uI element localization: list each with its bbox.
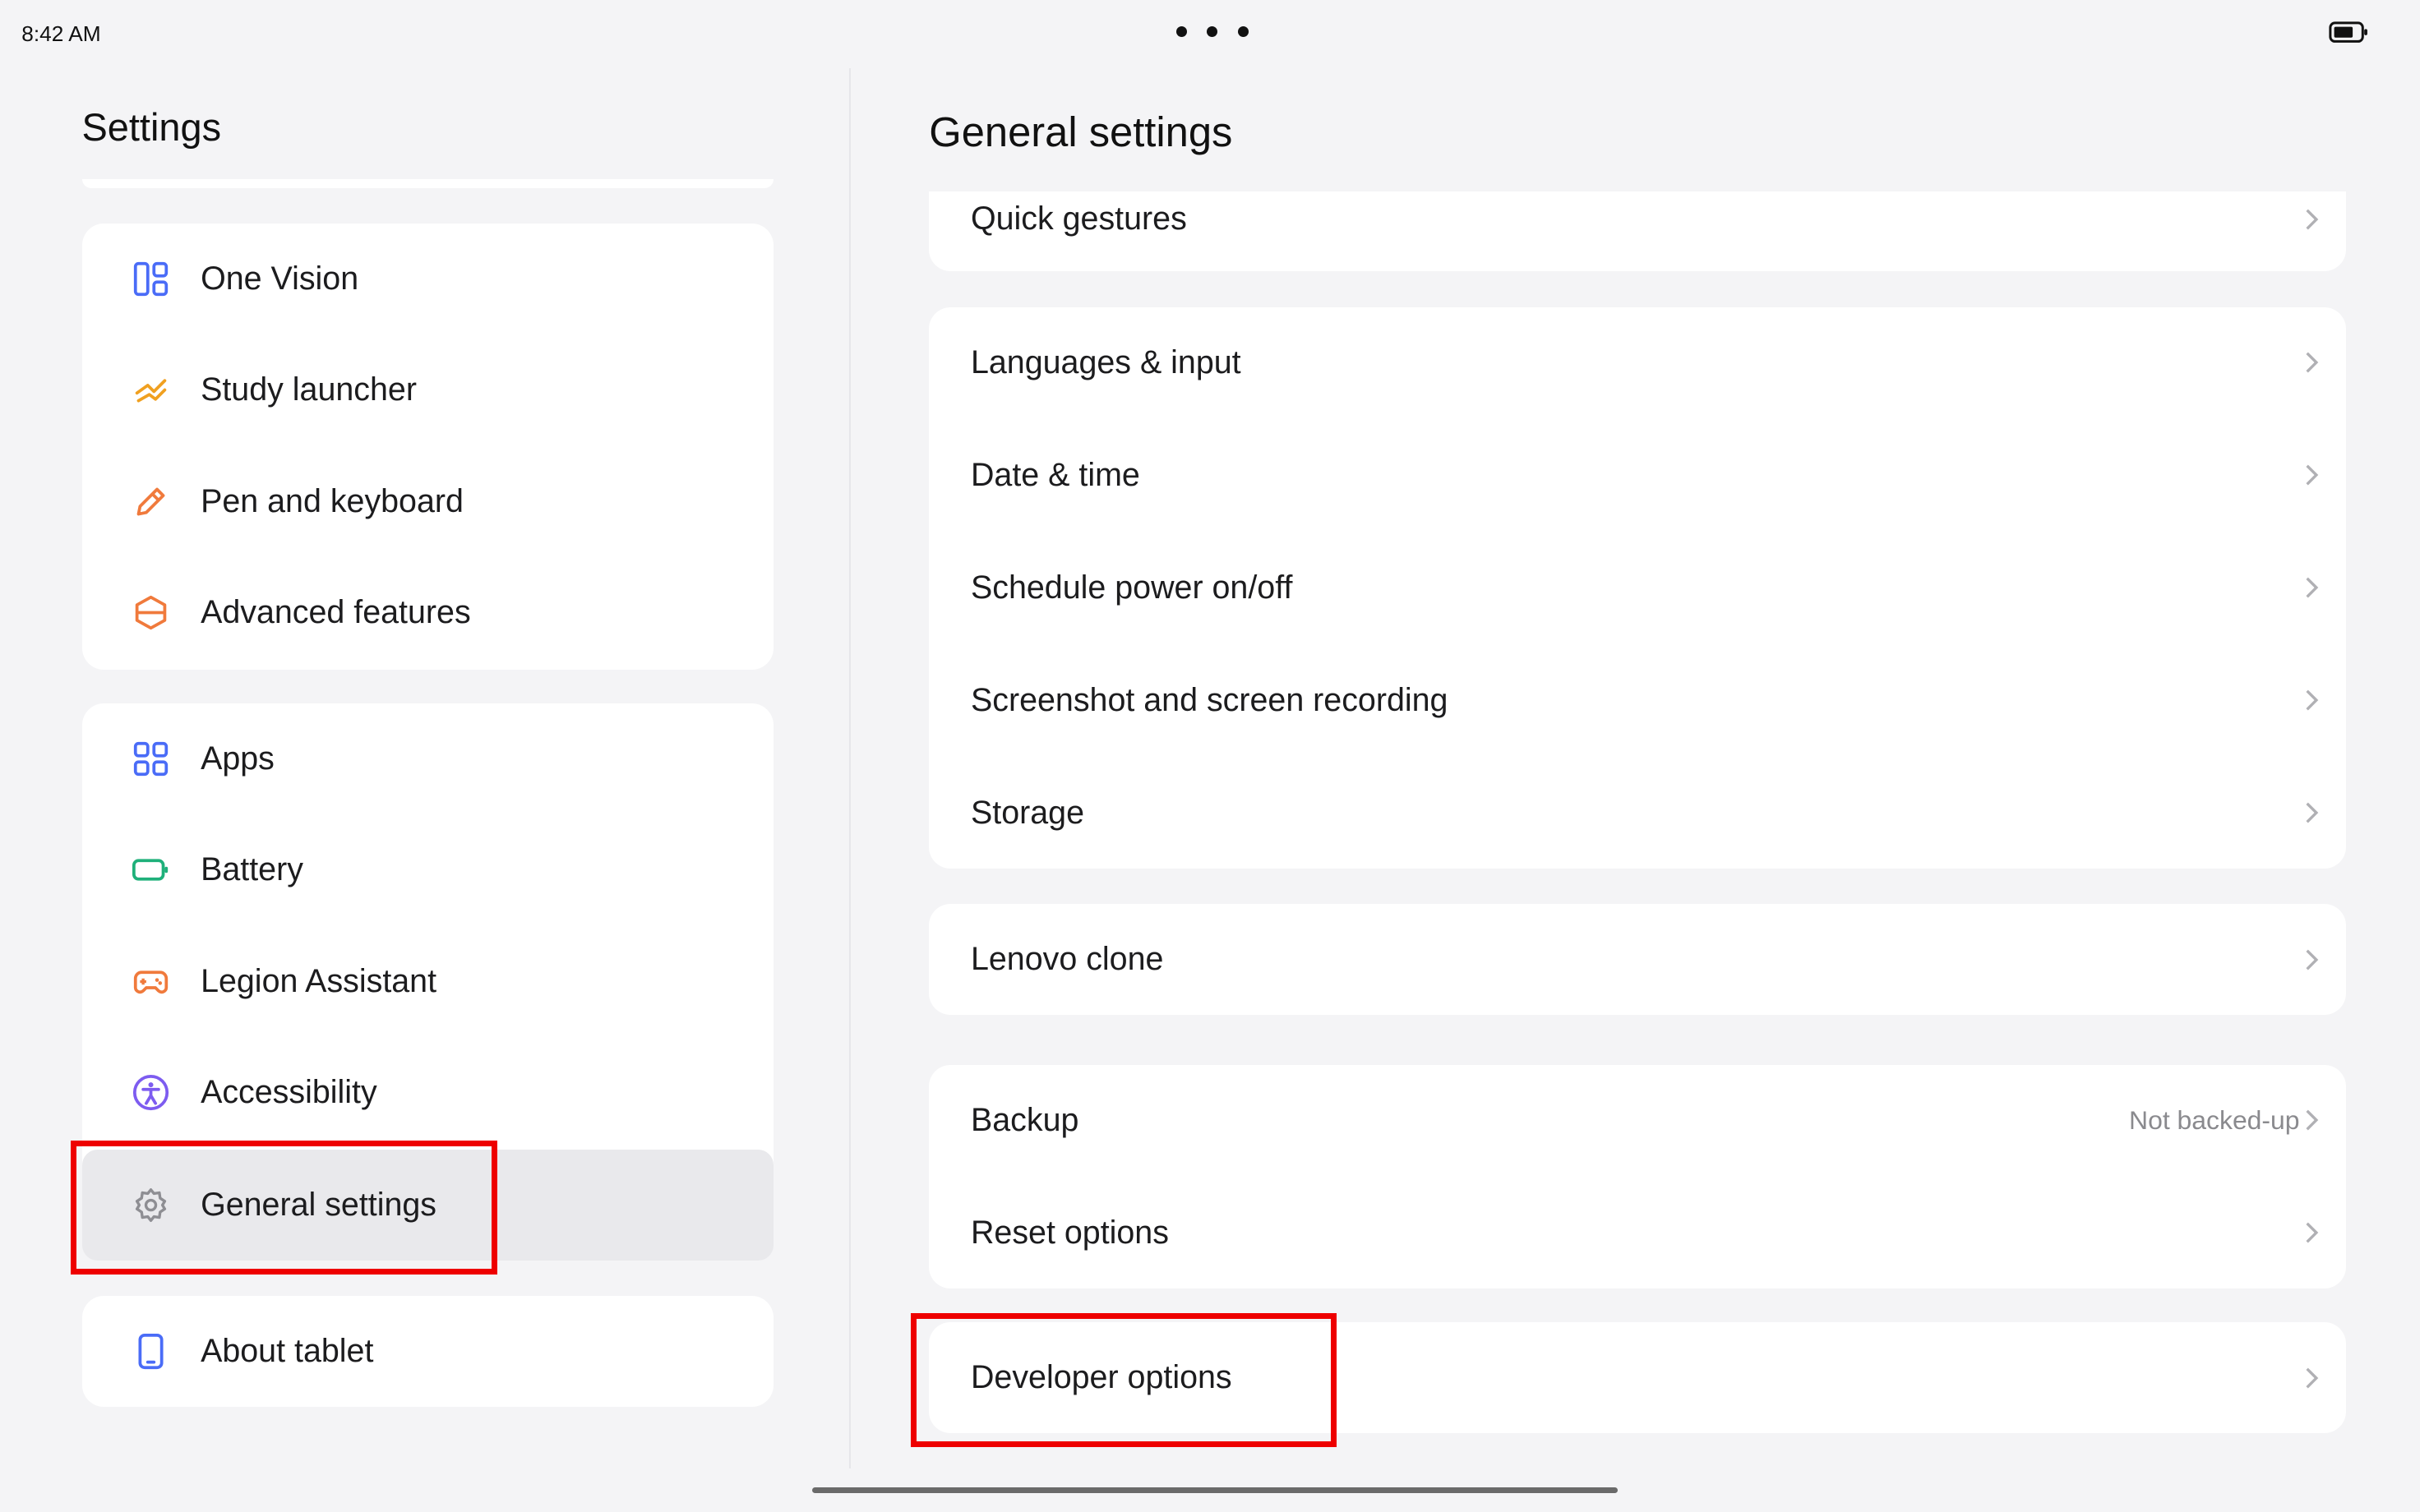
sidebar-item-label: Legion Assistant xyxy=(201,962,437,999)
multitask-dots-icon[interactable] xyxy=(1175,25,1249,38)
highlight-box-developer-options xyxy=(910,1312,1337,1448)
chevron-right-icon xyxy=(2306,1109,2319,1131)
row-label: Backup xyxy=(970,1101,1079,1138)
row-storage[interactable]: Storage xyxy=(929,758,2346,869)
settings-group-4: Backup Not backed-up Reset options xyxy=(929,1064,2346,1288)
sidebar-item-label: One Vision xyxy=(201,260,359,297)
row-label: Quick gestures xyxy=(970,201,1187,237)
sidebar-item-label: Study launcher xyxy=(201,371,417,408)
row-label: Screenshot and screen recording xyxy=(970,681,1448,718)
row-languages-input[interactable]: Languages & input xyxy=(929,307,2346,418)
sidebar-item-pen-and-keyboard[interactable]: Pen and keyboard xyxy=(82,446,774,557)
row-label: Lenovo clone xyxy=(970,941,1164,978)
sidebar-item-legion-assistant[interactable]: Legion Assistant xyxy=(82,926,774,1037)
row-label: Storage xyxy=(970,794,1084,831)
sidebar-item-label: Advanced features xyxy=(201,593,471,630)
settings-group-2: Languages & input Date & time Schedule p… xyxy=(929,307,2346,869)
chevron-right-icon xyxy=(2306,1367,2319,1389)
sidebar-item-accessibility[interactable]: Accessibility xyxy=(82,1037,774,1148)
status-time: 8:42 AM xyxy=(21,21,101,47)
sidebar-card-edge xyxy=(81,178,774,189)
sidebar-item-advanced-features[interactable]: Advanced features xyxy=(82,557,774,668)
sidebar-item-about-tablet[interactable]: About tablet xyxy=(82,1296,774,1407)
row-screenshot-recording[interactable]: Screenshot and screen recording xyxy=(929,645,2346,756)
sidebar-title: Settings xyxy=(81,105,222,149)
chevron-right-icon xyxy=(2306,209,2319,230)
row-label: Date & time xyxy=(970,456,1140,493)
sidebar-item-label: Battery xyxy=(201,851,303,888)
chevron-right-icon xyxy=(2306,802,2319,823)
row-lenovo-clone[interactable]: Lenovo clone xyxy=(929,904,2346,1015)
status-bar: 8:42 AM xyxy=(0,0,2420,68)
pen-icon xyxy=(137,487,165,516)
row-schedule-power[interactable]: Schedule power on/off xyxy=(929,532,2346,643)
sidebar-item-label: About tablet xyxy=(201,1333,374,1370)
row-reset-options[interactable]: Reset options xyxy=(929,1178,2346,1288)
sidebar-item-label: Apps xyxy=(201,740,275,777)
battery-icon xyxy=(132,859,169,882)
sidebar-item-study-launcher[interactable]: Study launcher xyxy=(82,334,774,445)
apps-grid-icon xyxy=(134,742,169,777)
row-date-time[interactable]: Date & time xyxy=(929,420,2346,531)
home-indicator[interactable] xyxy=(811,1487,1618,1494)
sidebar-item-label: Pen and keyboard xyxy=(201,482,464,519)
sidebar-item-one-vision[interactable]: One Vision xyxy=(82,224,774,334)
chevron-right-icon xyxy=(2306,689,2319,711)
sidebar-item-label: Accessibility xyxy=(201,1073,377,1110)
sidebar-item-apps[interactable]: Apps xyxy=(82,703,774,814)
chevron-right-icon xyxy=(2306,949,2319,970)
backup-status-value: Not backed-up xyxy=(2129,1104,2300,1135)
chevron-right-icon xyxy=(2306,577,2319,598)
accessibility-icon xyxy=(133,1074,169,1110)
pane-divider xyxy=(848,67,851,1469)
settings-group-1: Quick gestures xyxy=(929,191,2346,272)
row-label: Schedule power on/off xyxy=(970,569,1293,606)
sidebar-item-battery[interactable]: Battery xyxy=(82,814,774,925)
tablet-icon xyxy=(138,1334,164,1370)
status-battery-icon xyxy=(2329,21,2368,44)
chevron-right-icon xyxy=(2306,464,2319,486)
settings-group-3: Lenovo clone xyxy=(929,904,2346,1016)
page-title: General settings xyxy=(929,108,1233,156)
row-backup[interactable]: Backup Not backed-up xyxy=(929,1065,2346,1176)
advanced-features-icon xyxy=(136,595,167,629)
row-label: Reset options xyxy=(970,1214,1169,1251)
gamepad-icon xyxy=(134,970,169,993)
one-vision-icon xyxy=(134,262,169,297)
sidebar-group-3: About tablet xyxy=(81,1296,774,1408)
study-launcher-icon xyxy=(136,379,167,403)
row-label: Languages & input xyxy=(970,343,1241,380)
row-quick-gestures[interactable]: Quick gestures xyxy=(929,191,2346,272)
chevron-right-icon xyxy=(2306,352,2319,373)
highlight-box-general-settings xyxy=(71,1140,497,1275)
sidebar-group-1: One Vision Study launcher Pen and keyboa… xyxy=(81,224,774,670)
chevron-right-icon xyxy=(2306,1222,2319,1243)
